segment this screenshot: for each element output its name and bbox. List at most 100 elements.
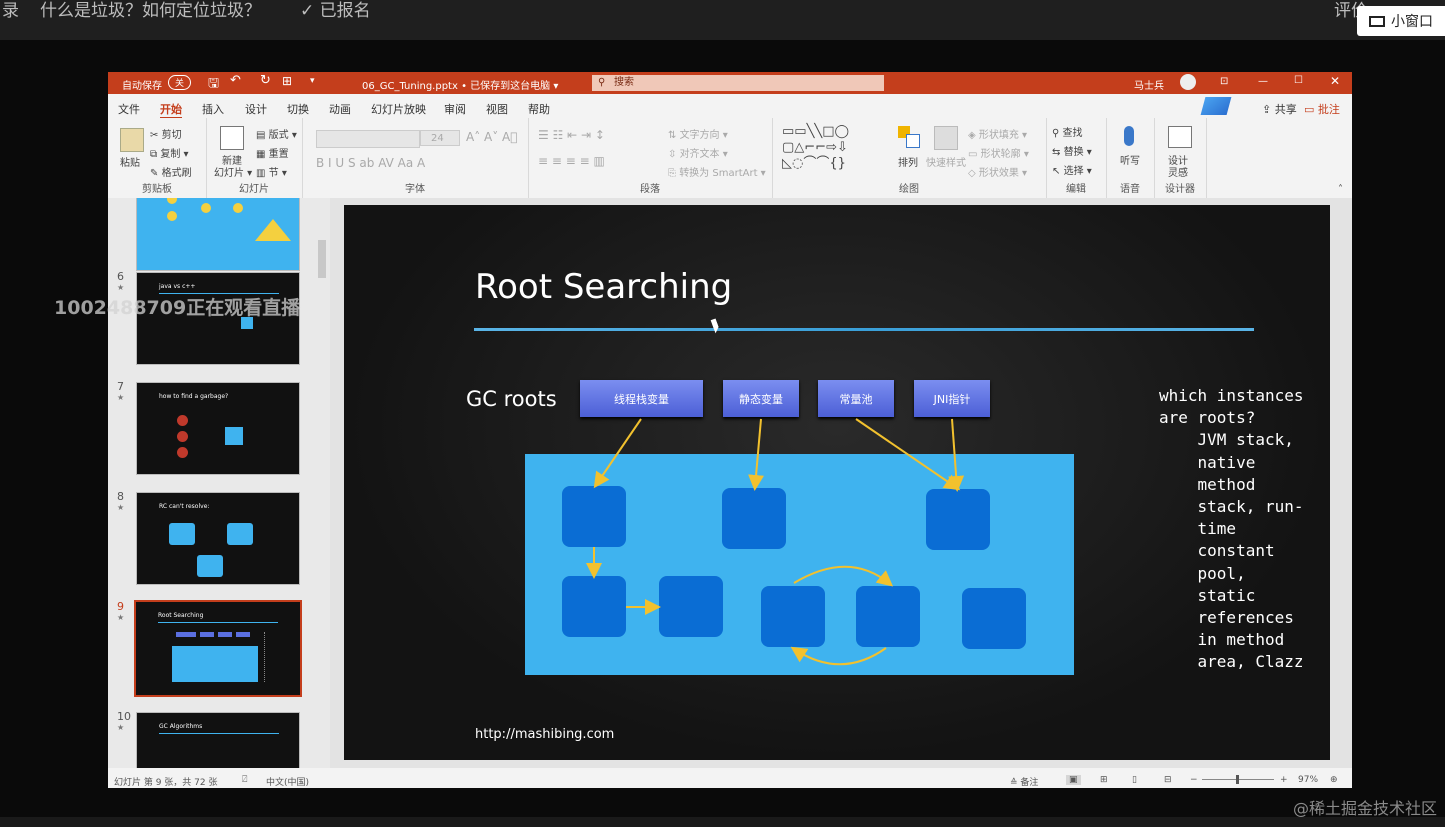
quick-styles-icon[interactable] — [934, 126, 958, 150]
shape-fill-button[interactable]: ◈ 形状填充 ▾ — [968, 126, 1027, 141]
avatar[interactable] — [1180, 74, 1196, 90]
thumbnail-slide-10[interactable]: GC Algorithms — [136, 712, 300, 768]
share-button[interactable]: ⇪ 共享 — [1262, 101, 1297, 117]
tab-home[interactable]: 开始 — [160, 101, 182, 119]
quick-styles-button[interactable]: 快速样式 — [926, 154, 966, 169]
search-input[interactable]: ⚲ 搜索 — [592, 75, 884, 91]
paste-button[interactable]: 粘贴 — [120, 154, 140, 169]
comments-button[interactable]: ▭ 批注 — [1304, 101, 1340, 117]
tab-review[interactable]: 审阅 — [444, 101, 466, 117]
thumbnail-slide-8[interactable]: RC can't resolve: — [136, 492, 300, 585]
normal-view-icon[interactable]: ▣ — [1066, 775, 1081, 785]
mini-window-button[interactable]: 小窗口 — [1357, 6, 1445, 36]
tab-slideshow[interactable]: 幻灯片放映 — [371, 101, 426, 117]
microphone-icon[interactable] — [1124, 126, 1134, 146]
save-icon[interactable]: 🖫 — [208, 74, 219, 96]
file-name[interactable]: 06_GC_Tuning.pptx • 已保存到这台电脑 ▾ — [362, 77, 558, 92]
new-slide-dropdown[interactable]: 幻灯片 ▾ — [214, 164, 252, 179]
slide-9[interactable]: Root Searching GC roots 线程栈变量 静态变量 常量池 J… — [344, 205, 1330, 760]
customize-qat-icon[interactable]: ▾ — [310, 76, 315, 86]
font-size-select[interactable]: 24 — [420, 130, 460, 146]
ribbon-display-icon[interactable]: ⊡ — [1220, 76, 1228, 87]
powerpoint-window: 自动保存 关 🖫 ↶ ↻ ⊞ ▾ 06_GC_Tuning.pptx • 已保存… — [108, 72, 1352, 788]
shape-outline-button[interactable]: ▭ 形状轮廓 ▾ — [968, 145, 1029, 160]
course-title: 什么是垃圾？如何定位垃圾？ — [40, 1, 261, 21]
group-label-slides: 幻灯片 — [239, 184, 269, 195]
layout-button[interactable]: ▤ 版式 ▾ — [256, 126, 297, 141]
thumbnails-scrollbar[interactable] — [317, 200, 327, 768]
zoom-out-icon[interactable]: − — [1190, 775, 1198, 785]
slide-sorter-icon[interactable]: ⊞ — [1100, 775, 1108, 785]
thumbnail-number-6: 6 — [117, 270, 124, 283]
autosave-toggle[interactable]: 关 — [168, 75, 192, 90]
maximize-icon[interactable]: ☐ — [1294, 75, 1303, 86]
replace-icon: ⇆ — [1052, 147, 1061, 158]
arrow-cycle-bottom — [790, 646, 887, 666]
search-icon: ⚲ — [598, 77, 606, 88]
tab-file[interactable]: 文件 — [118, 101, 140, 117]
select-button[interactable]: ↖ 选择 ▾ — [1052, 162, 1092, 177]
zoom-level[interactable]: 97% — [1298, 775, 1318, 785]
reset-button[interactable]: ▦ 重置 — [256, 145, 289, 160]
text-direction-button[interactable]: ⇅ 文字方向 ▾ — [668, 126, 728, 141]
align-text-button[interactable]: ⇳ 对齐文本 ▾ — [668, 145, 728, 160]
arrow-cycle-top — [793, 565, 894, 587]
accessibility-icon[interactable]: ⍁ — [242, 775, 247, 785]
tab-animations[interactable]: 动画 — [329, 101, 351, 117]
new-slide-icon[interactable] — [220, 126, 244, 150]
fit-to-window-icon[interactable]: ⊕ — [1330, 775, 1338, 785]
close-icon[interactable]: ✕ — [1330, 74, 1340, 88]
live-viewers-overlay: 1002488709正在观看直播 — [54, 297, 301, 319]
align-icons[interactable]: ≡ ≡ ≡ ≡ ▥ — [538, 154, 605, 168]
zoom-slider-thumb[interactable] — [1236, 775, 1239, 784]
format-painter-button[interactable]: ✎ 格式刷 — [150, 164, 192, 179]
group-label-drawing: 绘图 — [899, 184, 919, 195]
dictate-button[interactable]: 听写 — [1120, 152, 1140, 167]
tab-design[interactable]: 设计 — [245, 101, 267, 117]
language-status[interactable]: 中文(中国) — [266, 775, 309, 788]
undo-icon[interactable]: ↶ — [230, 73, 241, 88]
section-button[interactable]: ▥ 节 ▾ — [256, 164, 287, 179]
list-icons[interactable]: ☰ ☷ ⇤ ⇥ ↕ — [538, 128, 605, 142]
present-icon[interactable]: ⊞ — [282, 74, 292, 88]
thumbnail-slide-5[interactable] — [136, 198, 300, 271]
slide-counter: 幻灯片 第 9 张，共 72 张 — [114, 778, 218, 788]
paste-icon[interactable] — [120, 128, 144, 152]
user-name[interactable]: 马士兵 — [1134, 77, 1164, 92]
group-label-font: 字体 — [405, 184, 425, 195]
designer-icon[interactable] — [1168, 126, 1192, 148]
font-family-select[interactable] — [316, 130, 420, 148]
autosave-label: 自动保存 — [122, 81, 162, 92]
redo-icon[interactable]: ↻ — [260, 73, 271, 88]
group-label-clipboard: 剪贴板 — [142, 184, 172, 195]
replace-button[interactable]: ⇆ 替换 ▾ — [1052, 143, 1092, 158]
search-icon: ⚲ — [1052, 128, 1060, 139]
shapes-gallery[interactable]: ▭▭╲╲□◯ ▢△⌐⌐⇨⇩ ◺◌⌒⌒{} — [782, 124, 849, 172]
copy-button[interactable]: ⧉ 复制 ▾ — [150, 145, 189, 160]
slide-thumbnails: 6 ★ java vs c++ 7 ★ how to find a garbag… — [108, 198, 330, 768]
cut-button[interactable]: ✂ 剪切 — [150, 126, 182, 141]
tab-insert[interactable]: 插入 — [202, 101, 224, 117]
find-button[interactable]: ⚲ 查找 — [1052, 124, 1083, 139]
reading-view-icon[interactable]: ▯ — [1132, 775, 1137, 785]
animation-star-icon: ★ — [117, 283, 125, 292]
shape-effects-button[interactable]: ◇ 形状效果 ▾ — [968, 164, 1027, 179]
thumbnail-slide-9-selected[interactable]: Root Searching — [134, 600, 302, 697]
tab-transitions[interactable]: 切换 — [287, 101, 309, 117]
zoom-in-icon[interactable]: + — [1280, 775, 1288, 785]
animation-star-icon: ★ — [117, 393, 125, 402]
animation-star-icon: ★ — [117, 723, 125, 732]
slideshow-view-icon[interactable]: ⊟ — [1164, 775, 1172, 785]
font-format-icons[interactable]: B I U S ab AV Aa A — [316, 156, 425, 170]
tab-help[interactable]: 帮助 — [528, 101, 550, 117]
arrange-button[interactable]: 排列 — [898, 154, 918, 169]
font-size-controls-icon[interactable]: A˄ A˅ A⃠ — [466, 130, 517, 144]
arrange-icon[interactable] — [898, 126, 920, 148]
tab-view[interactable]: 视图 — [486, 101, 508, 117]
thumbnail-slide-7[interactable]: how to find a garbage? — [136, 382, 300, 475]
breadcrumb-fragment: 录 — [2, 1, 19, 21]
notes-button[interactable]: ≙ 备注 — [1010, 775, 1038, 788]
collapse-ribbon-icon[interactable]: ˄ — [1338, 184, 1343, 195]
smartart-button[interactable]: ⎘ 转换为 SmartArt ▾ — [668, 164, 766, 179]
minimize-icon[interactable]: — — [1258, 76, 1268, 87]
